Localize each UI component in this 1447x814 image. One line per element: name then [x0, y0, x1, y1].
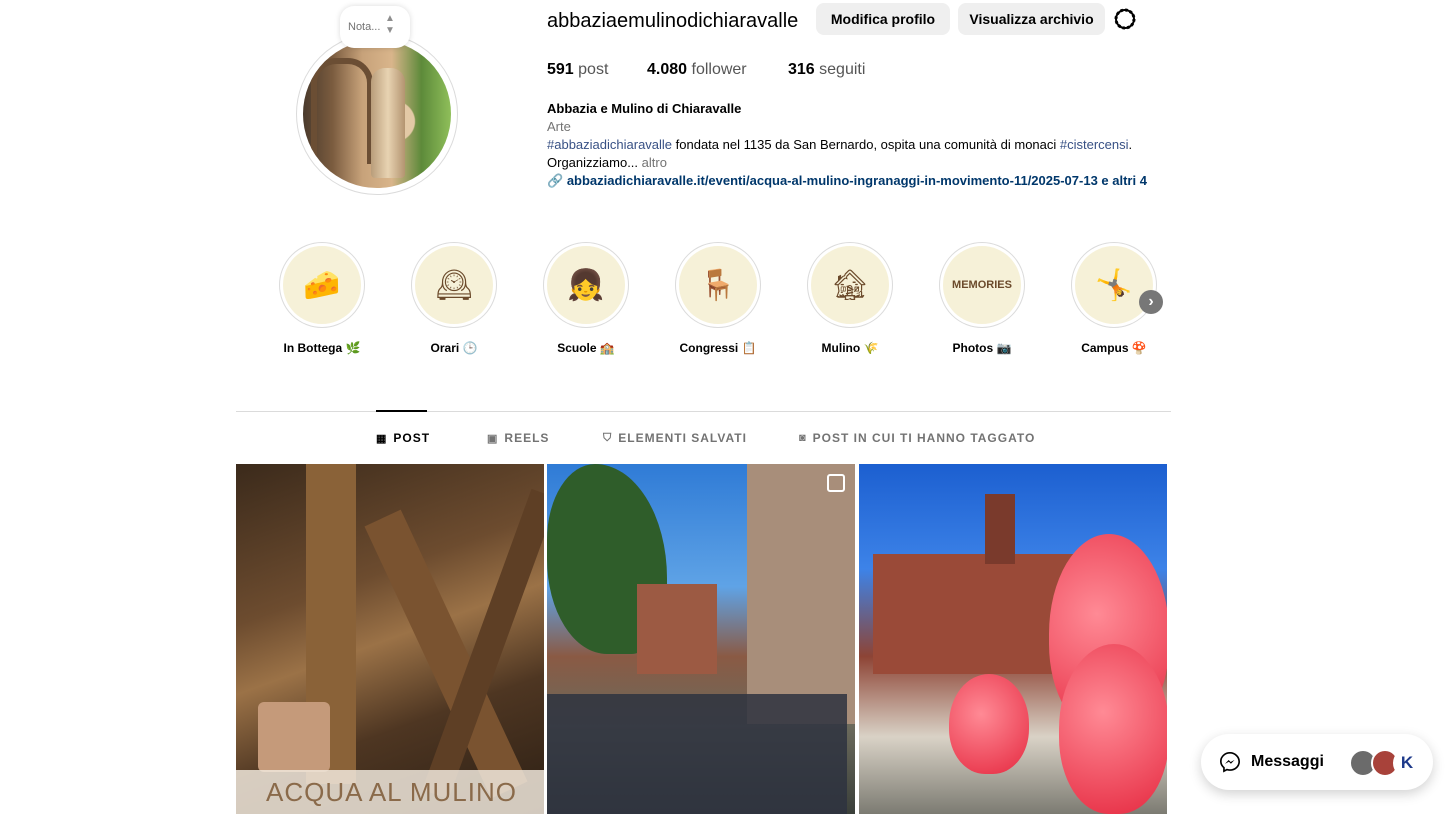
bio-text-part1: fondata nel 1135 da San Bernardo, ospita… [672, 137, 1060, 152]
active-tab-indicator [376, 410, 427, 412]
posts-count-label: post [578, 61, 609, 78]
highlight-label: Campus 🍄 [1081, 341, 1147, 355]
tour-group [547, 694, 847, 814]
chevron-right-icon[interactable]: › [1139, 290, 1163, 314]
tab-posts[interactable]: ▦ POST [376, 431, 430, 445]
highlight-label: Scuole 🏫 [557, 341, 615, 355]
tab-saved-label: ELEMENTI SALVATI [618, 431, 747, 445]
highlight-ring: 🏚 [807, 242, 893, 328]
bio-external-link[interactable]: 🔗 abbaziadichiaravalle.it/eventi/acqua-a… [547, 173, 1171, 189]
followers-count-value: 4.080 [647, 61, 688, 78]
kids-playing-icon: 🤸 [1075, 246, 1153, 324]
post-thumbnail-group-tour[interactable] [547, 464, 855, 814]
highlight-scuole[interactable]: 👧 Scuole 🏫 [542, 242, 630, 355]
posts-count-value: 591 [547, 61, 574, 78]
mill-icon: 🏚 [811, 246, 889, 324]
tab-posts-label: POST [393, 431, 431, 445]
clock-icon: 🕰 [415, 246, 493, 324]
followers-count[interactable]: 4.080 follower [647, 61, 747, 79]
bio-text-organizziamo: Organizziamo... [547, 155, 639, 170]
message-avatars: K [1349, 749, 1421, 777]
bio-text-part2: . [1128, 137, 1133, 152]
bio-name: Abbazia e Mulino di Chiaravalle [547, 101, 742, 116]
tab-tagged-label: POST IN CUI TI HANNO TAGGATO [812, 431, 1036, 445]
children-icon: 👧 [547, 246, 625, 324]
tab-reels-label: REELS [504, 431, 550, 445]
highlight-label: Orari 🕒 [430, 341, 478, 355]
edit-profile-button[interactable]: Modifica profilo [816, 3, 950, 35]
tag-person-icon: ◙ [799, 432, 807, 444]
highlight-photos[interactable]: MEMORIES Photos 📷 [938, 242, 1026, 355]
bio-more-link[interactable]: altro [638, 155, 667, 170]
grid-icon: ▦ [376, 432, 388, 445]
reels-icon: ▣ [487, 432, 499, 445]
bio-hashtag-cistercensi[interactable]: #cistercensi [1060, 137, 1129, 152]
conference-icon: 🪑 [679, 246, 757, 324]
avatar[interactable] [303, 40, 451, 188]
avatar-arch-shape [311, 58, 373, 164]
following-count-value: 316 [788, 61, 815, 78]
highlight-ring: 🕰 [411, 242, 497, 328]
building-wall [747, 464, 855, 724]
posts-count: 591 post [547, 61, 608, 79]
note-arrows-icon: ▲ ▼ [385, 13, 395, 36]
profile-username: abbaziaemulinodichiaravalle [547, 10, 799, 32]
highlight-label: In Bottega 🌿 [283, 341, 361, 355]
highlight-ring: 🪑 [675, 242, 761, 328]
highlight-orari[interactable]: 🕰 Orari 🕒 [410, 242, 498, 355]
tulip-flower [1059, 644, 1167, 814]
bio-category: Arte [547, 119, 571, 134]
messages-label: Messaggi [1251, 753, 1324, 770]
highlight-label: Photos 📷 [952, 341, 1012, 355]
highlight-ring: 👧 [543, 242, 629, 328]
bookmark-icon: ⛉ [603, 431, 613, 444]
post-caption: ACQUA AL MULINO [236, 770, 544, 814]
highlight-label: Mulino 🌾 [821, 341, 879, 355]
highlight-in-bottega[interactable]: 🧀 In Bottega 🌿 [278, 242, 366, 355]
highlight-mulino[interactable]: 🏚 Mulino 🌾 [806, 242, 894, 355]
tab-tagged[interactable]: ◙ POST IN CUI TI HANNO TAGGATO [799, 431, 1035, 445]
church-facade [637, 584, 717, 674]
following-count-label: seguiti [819, 61, 866, 78]
highlight-label: Congressi 📋 [679, 341, 757, 355]
highlight-ring: MEMORIES [939, 242, 1025, 328]
bio-link-text: abbaziadichiaravalle.it/eventi/acqua-al-… [566, 173, 1147, 188]
messenger-icon [1220, 752, 1240, 773]
followers-count-label: follower [691, 61, 747, 78]
post-thumbnail-mill[interactable]: ACQUA AL MULINO [236, 464, 544, 814]
highlight-ring: 🧀 [279, 242, 365, 328]
avatar-pillar-shape [371, 68, 405, 178]
view-archive-button[interactable]: Visualizza archivio [958, 3, 1105, 35]
memories-icon: MEMORIES [943, 246, 1021, 324]
grain-bucket [258, 702, 330, 772]
note-text: Nota... [348, 21, 381, 33]
messages-button[interactable]: Messaggi K [1201, 734, 1433, 790]
gear-icon[interactable] [1113, 7, 1137, 31]
avatar: K [1393, 749, 1421, 777]
note-bubble[interactable]: Nota... ▲ ▼ [340, 6, 410, 48]
link-icon: 🔗 [547, 173, 564, 188]
bell-tower [985, 494, 1015, 564]
highlight-congressi[interactable]: 🪑 Congressi 📋 [674, 242, 762, 355]
following-count[interactable]: 316 seguiti [788, 61, 865, 79]
bio-text: #abbaziadichiaravalle fondata nel 1135 d… [547, 137, 1171, 152]
bio-text-line2: Organizziamo... altro [547, 155, 667, 170]
highlight-ring: 🤸 [1071, 242, 1157, 328]
bio-hashtag-abbazia[interactable]: #abbaziadichiaravalle [547, 137, 672, 152]
cheese-icon: 🧀 [283, 246, 361, 324]
tab-saved[interactable]: ⛉ ELEMENTI SALVATI [603, 431, 747, 445]
tulip-flower [949, 674, 1029, 774]
post-thumbnail-tulips[interactable] [859, 464, 1167, 814]
carousel-icon [827, 474, 845, 492]
tab-reels[interactable]: ▣ REELS [487, 431, 549, 445]
